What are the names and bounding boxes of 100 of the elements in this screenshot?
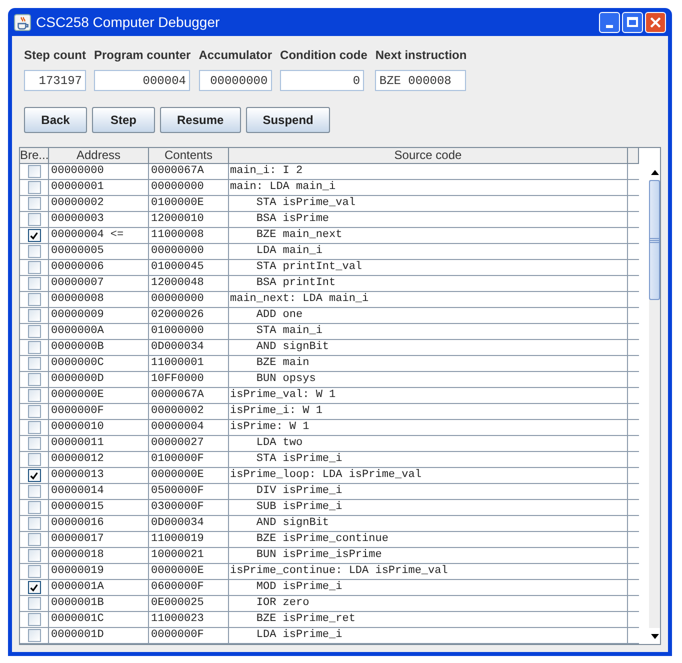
breakpoint-checkbox[interactable] (28, 485, 40, 498)
table-cell: 0100000F (149, 452, 229, 467)
table-cell: 0D000034 (149, 340, 229, 355)
table-cell: 00000008 (49, 292, 149, 307)
table-cell: 02000026 (149, 308, 229, 323)
breakpoint-checkbox[interactable] (28, 261, 40, 274)
table-cell: DIV isPrime_i (229, 484, 628, 499)
breakpoint-checkbox[interactable] (28, 165, 40, 178)
table-cell: 00000018 (49, 548, 149, 563)
breakpoint-checkbox[interactable] (28, 533, 40, 546)
breakpoint-checkbox[interactable] (28, 629, 40, 642)
table-cell: isPrime_continue: LDA isPrime_val (229, 564, 628, 579)
breakpoint-checkbox[interactable] (28, 613, 40, 626)
table-cell: 01000045 (149, 260, 229, 275)
register-field[interactable]: BZE 000008 (375, 70, 466, 91)
table-cell: LDA isPrime_i (229, 628, 628, 643)
table-cell: 0600000F (149, 580, 229, 595)
breakpoint-checkbox[interactable] (28, 181, 40, 194)
table-cell: 00000019 (49, 564, 149, 579)
breakpoint-checkbox[interactable] (28, 213, 40, 226)
column-header[interactable]: Source code (229, 148, 628, 163)
field-label: Condition code (280, 47, 368, 64)
table-cell: 0000067A (149, 164, 229, 179)
breakpoint-checkbox[interactable] (28, 405, 40, 418)
table-cell: 10FF0000 (149, 372, 229, 387)
table-cell: BUN opsys (229, 372, 628, 387)
breakpoint-checkbox[interactable] (28, 469, 40, 482)
table-cell: 0000000C (49, 356, 149, 371)
close-button[interactable] (645, 12, 666, 32)
register-field[interactable]: 0 (280, 70, 364, 91)
breakpoint-checkbox[interactable] (28, 453, 40, 466)
register-field[interactable]: 173197 (24, 70, 86, 91)
table-cell: 00000005 (49, 244, 149, 259)
breakpoint-checkbox[interactable] (28, 501, 40, 514)
table-cell: BZE main_next (229, 228, 628, 243)
table-cell: 00000014 (49, 484, 149, 499)
breakpoint-checkbox[interactable] (28, 389, 40, 402)
table-cell: 0000000A (49, 324, 149, 339)
table-cell: 00000004 (149, 420, 229, 435)
breakpoint-checkbox[interactable] (28, 277, 40, 290)
action-button[interactable]: Back (24, 107, 87, 133)
table-cell: 0D000034 (149, 516, 229, 531)
breakpoint-checkbox[interactable] (28, 293, 40, 306)
action-button[interactable]: Resume (160, 107, 241, 133)
window-title: CSC258 Computer Debugger (36, 12, 221, 32)
table-cell: 00000000 (149, 244, 229, 259)
table-cell: 11000019 (149, 532, 229, 547)
table-cell: main_i: I 2 (229, 164, 628, 179)
breakpoint-checkbox[interactable] (28, 421, 40, 434)
breakpoint-checkbox[interactable] (28, 309, 40, 322)
table-cell: 00000017 (49, 532, 149, 547)
table-cell: IOR zero (229, 596, 628, 611)
table-cell: AND signBit (229, 340, 628, 355)
breakpoint-checkbox[interactable] (28, 581, 40, 594)
table-cell: BZE main (229, 356, 628, 371)
minimize-button[interactable] (599, 12, 620, 32)
breakpoint-checkbox[interactable] (28, 229, 40, 242)
register-field[interactable]: 000004 (94, 70, 190, 91)
breakpoint-checkbox[interactable] (28, 517, 40, 530)
action-button[interactable]: Step (92, 107, 155, 133)
table-cell: BZE isPrime_ret (229, 612, 628, 627)
breakpoint-checkbox[interactable] (28, 597, 40, 610)
table-cell: ADD one (229, 308, 628, 323)
breakpoint-checkbox[interactable] (28, 549, 40, 562)
column-header[interactable]: Address (49, 148, 149, 163)
table-cell: 00000009 (49, 308, 149, 323)
table-cell: 0300000F (149, 500, 229, 515)
breakpoint-checkbox[interactable] (28, 565, 40, 578)
field-label: Step count (24, 47, 86, 64)
table-cell: 0500000F (149, 484, 229, 499)
breakpoint-checkbox[interactable] (28, 245, 40, 258)
maximize-button[interactable] (622, 12, 643, 32)
column-header[interactable]: Contents (149, 148, 229, 163)
table-cell: main: LDA main_i (229, 180, 628, 195)
table-cell: STA main_i (229, 324, 628, 339)
breakpoint-checkbox[interactable] (28, 357, 40, 370)
table-cell: 11000023 (149, 612, 229, 627)
scroll-bar[interactable] (649, 164, 660, 644)
table-cell: main_next: LDA main_i (229, 292, 628, 307)
breakpoint-checkbox[interactable] (28, 373, 40, 386)
table-cell: 0000000E (49, 388, 149, 403)
table-cell: AND signBit (229, 516, 628, 531)
scroll-down-icon[interactable] (649, 628, 660, 644)
column-header[interactable]: Bre... (20, 148, 49, 163)
breakpoint-checkbox[interactable] (28, 325, 40, 338)
scroll-thumb[interactable] (649, 180, 660, 300)
table-cell: STA printInt_val (229, 260, 628, 275)
breakpoint-checkbox[interactable] (28, 197, 40, 210)
table-cell: 11000008 (149, 228, 229, 243)
table-cell: 00000002 (149, 404, 229, 419)
table-cell: BSA isPrime (229, 212, 628, 227)
breakpoint-checkbox[interactable] (28, 341, 40, 354)
register-field[interactable]: 00000000 (198, 70, 272, 91)
action-button[interactable]: Suspend (246, 107, 330, 133)
table-cell: 0000000E (149, 564, 229, 579)
breakpoint-checkbox[interactable] (28, 437, 40, 450)
close-icon (650, 16, 661, 28)
table-cell: LDA two (229, 436, 628, 451)
field-label: Accumulator (198, 47, 272, 64)
table-cell: 0000000F (149, 628, 229, 643)
